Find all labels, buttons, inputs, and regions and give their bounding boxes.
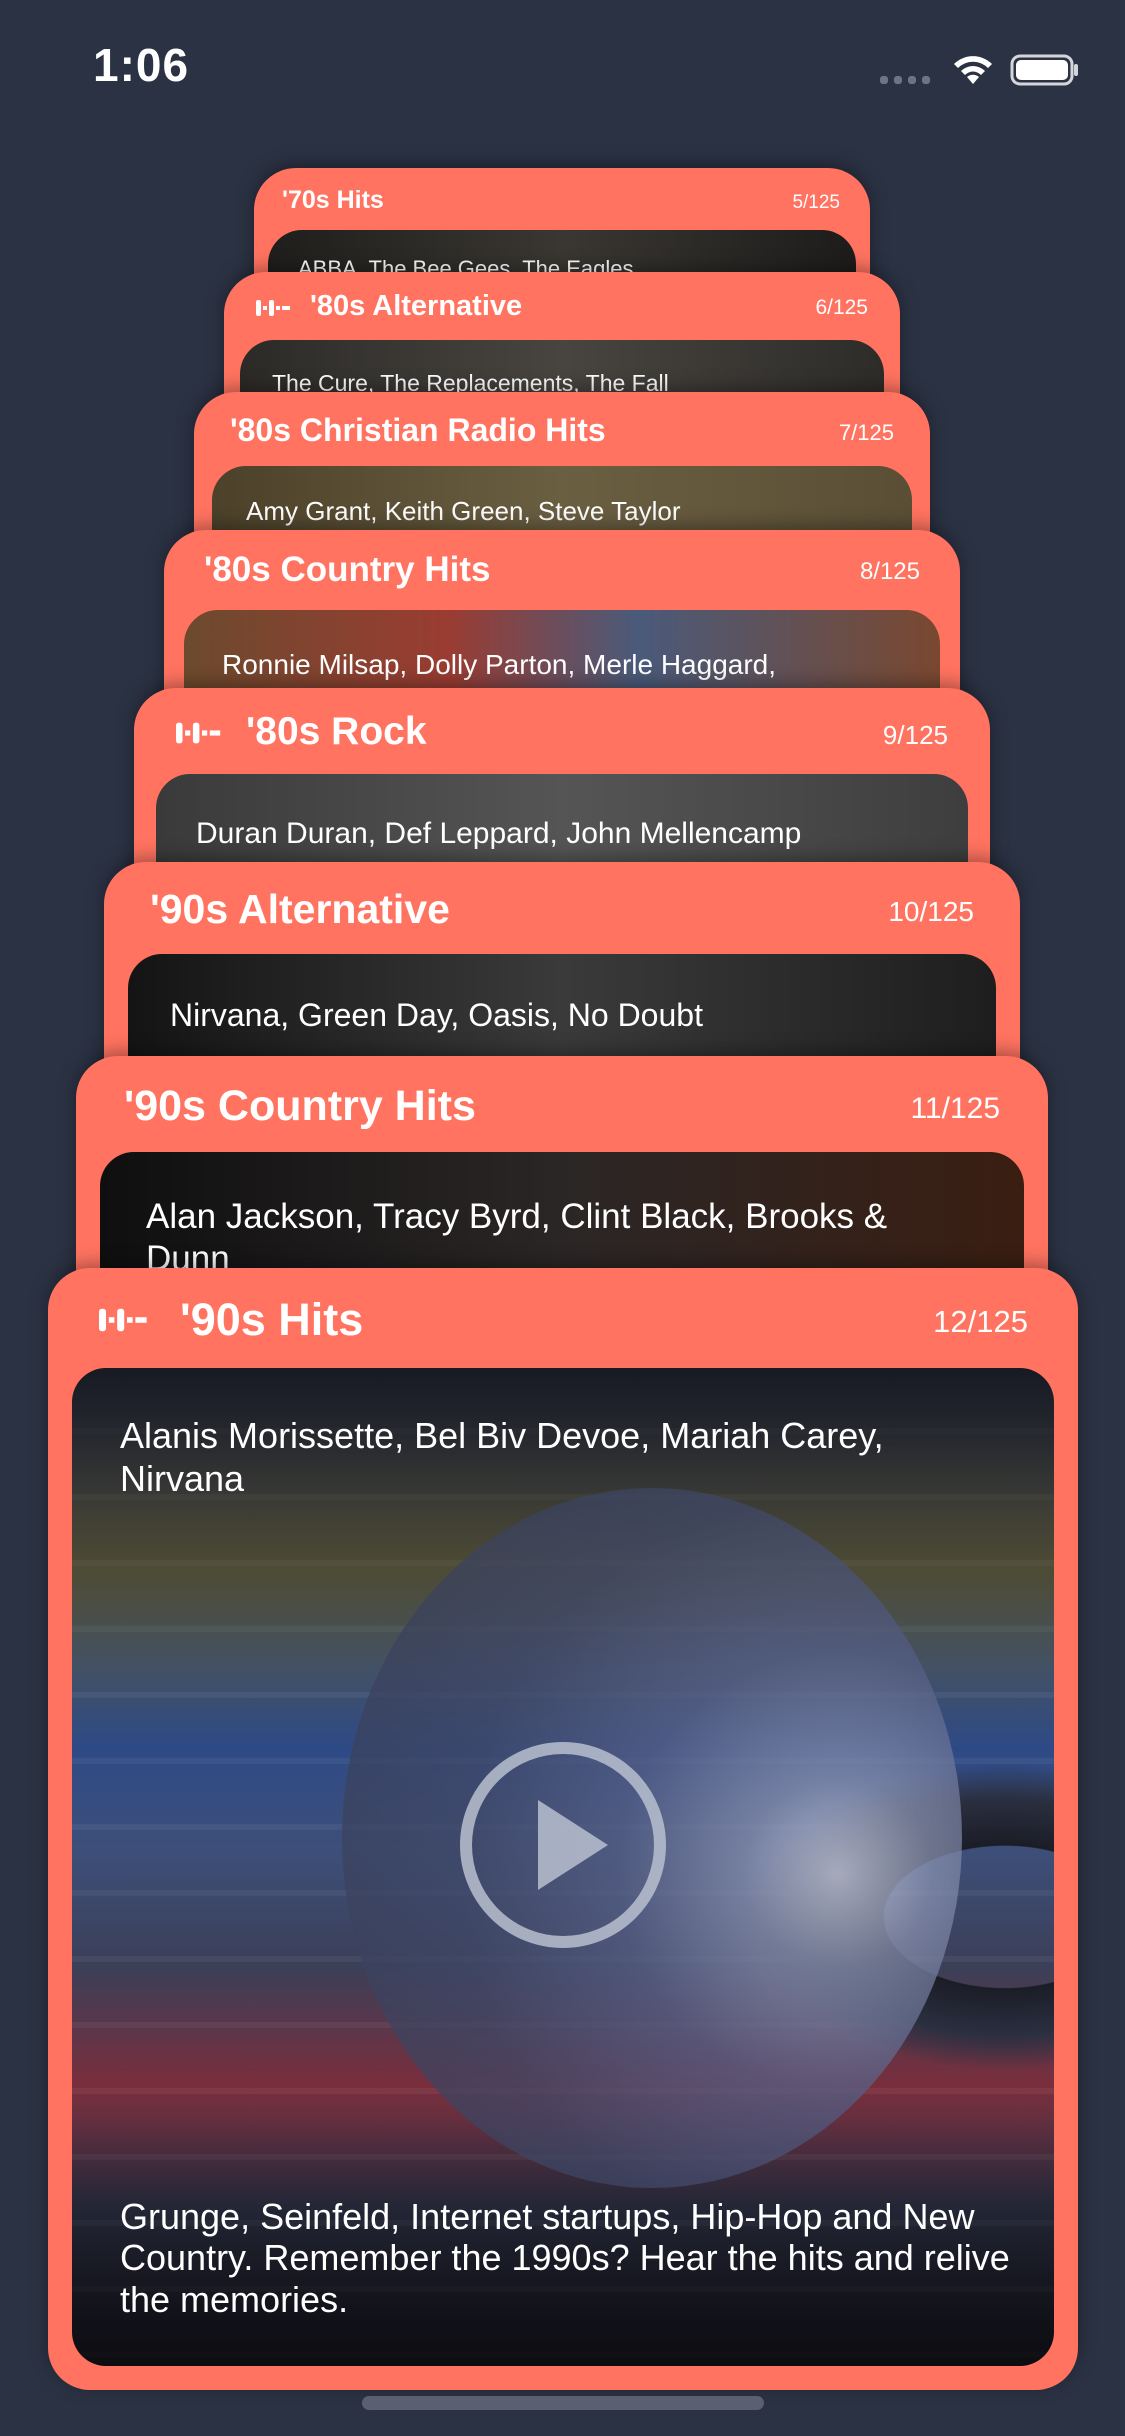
station-count: 8/125 bbox=[859, 558, 920, 585]
station-count: 11/125 bbox=[910, 1092, 1000, 1125]
station-title: '90s Alternative bbox=[150, 886, 450, 932]
station-count: 7/125 bbox=[838, 420, 894, 445]
station-count: 6/125 bbox=[815, 296, 868, 319]
station-count: 5/125 bbox=[792, 192, 840, 213]
home-indicator[interactable] bbox=[362, 2396, 764, 2410]
station-card-active[interactable]: '90s Hits 12/125 Alanis Morissette, Bel … bbox=[48, 1268, 1078, 2390]
station-title: '80s Rock bbox=[246, 710, 427, 753]
station-artists: Ronnie Milsap, Dolly Parton, Merle Hagga… bbox=[222, 649, 777, 680]
station-title: '90s Country Hits bbox=[124, 1082, 476, 1130]
station-count: 9/125 bbox=[882, 720, 948, 750]
station-title: '70s Hits bbox=[282, 186, 384, 214]
station-title: '80s Alternative bbox=[310, 290, 523, 322]
station-description: Grunge, Seinfeld, Internet startups, Hip… bbox=[120, 2195, 1010, 2320]
station-artists: Nirvana, Green Day, Oasis, No Doubt bbox=[170, 997, 703, 1033]
station-artists: Amy Grant, Keith Green, Steve Taylor bbox=[246, 496, 681, 526]
station-title: '90s Hits bbox=[180, 1294, 364, 1345]
station-artists: Alanis Morissette, Bel Biv Devoe, Mariah… bbox=[120, 1415, 884, 1500]
station-artists: Duran Duran, Def Leppard, John Mellencam… bbox=[196, 817, 802, 850]
station-count: 12/125 bbox=[933, 1304, 1028, 1339]
station-artwork: Alanis Morissette, Bel Biv Devoe, Mariah… bbox=[72, 1368, 1054, 2366]
station-logo-icon bbox=[176, 722, 221, 744]
station-title: '80s Country Hits bbox=[204, 550, 491, 589]
station-count: 10/125 bbox=[888, 896, 974, 927]
station-logo-icon bbox=[99, 1308, 147, 1332]
play-icon[interactable] bbox=[458, 1740, 668, 1950]
station-logo-icon bbox=[256, 300, 290, 316]
station-title: '80s Christian Radio Hits bbox=[230, 412, 606, 448]
station-card-stack: '70s Hits 5/125 ABBA, The Bee Gees, The … bbox=[0, 0, 1125, 2436]
